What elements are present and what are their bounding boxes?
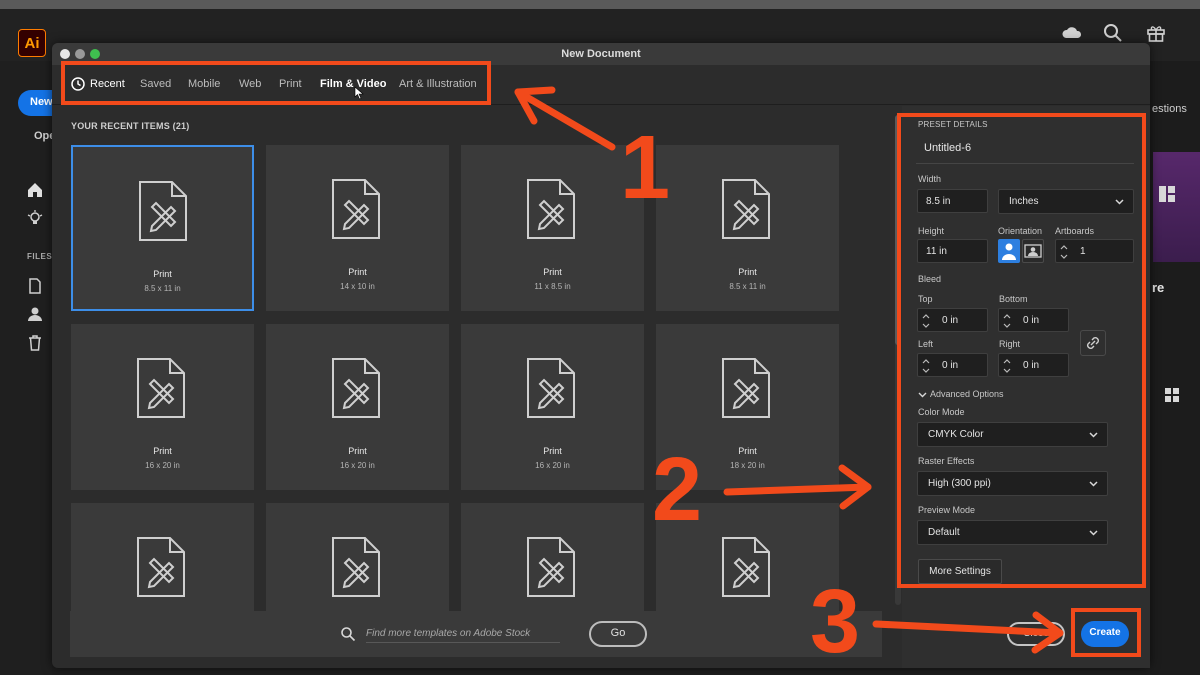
annotation-arrows xyxy=(514,86,1064,654)
screen: Ai New Ope FILES estions re New Document… xyxy=(0,0,1200,675)
arrow-2 xyxy=(723,483,872,496)
arrow-3 xyxy=(872,620,1064,637)
